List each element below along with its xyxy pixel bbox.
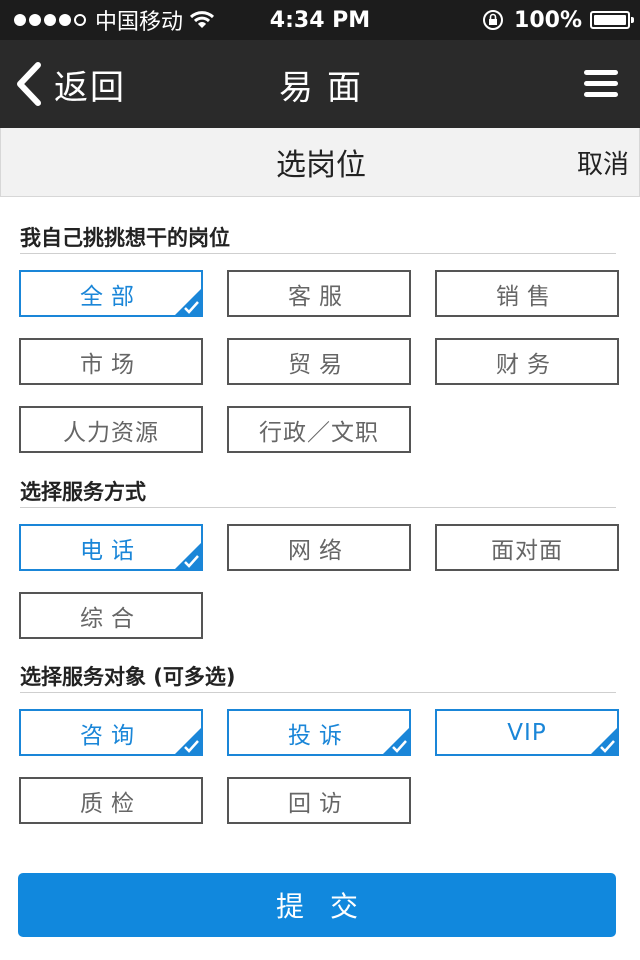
battery-icon [590, 11, 634, 29]
option-admin-clerical[interactable]: 行政／文职 [227, 406, 411, 453]
sub-header-title: 选岗位 [276, 148, 366, 183]
option-label: 咨询 [80, 722, 142, 749]
menu-icon[interactable] [584, 70, 618, 100]
option-label: 行政／文职 [259, 419, 379, 446]
battery-percent: 100% [514, 7, 582, 33]
rotation-lock-icon [483, 10, 504, 30]
option-customer-service[interactable]: 客服 [227, 270, 411, 317]
nav-bar: 返回 易面 [0, 40, 640, 128]
option-online[interactable]: 网络 [227, 524, 411, 571]
option-label: 销售 [496, 283, 558, 310]
option-marketing[interactable]: 市场 [19, 338, 203, 385]
option-phone[interactable]: 电话 [19, 524, 203, 571]
option-label: 面对面 [491, 537, 563, 564]
option-label: 人力资源 [63, 419, 159, 446]
check-icon [383, 728, 409, 754]
check-icon [175, 543, 201, 569]
divider [20, 253, 616, 254]
divider [20, 507, 616, 508]
option-label: 网络 [288, 537, 350, 564]
cancel-button[interactable]: 取消 [577, 128, 629, 196]
divider [20, 692, 616, 693]
option-follow-up[interactable]: 回访 [227, 777, 411, 824]
option-complaint[interactable]: 投诉 [227, 709, 411, 756]
option-label: 客服 [288, 283, 350, 310]
option-quality-check[interactable]: 质检 [19, 777, 203, 824]
section-label-service-mode: 选择服务方式 [20, 480, 146, 504]
option-finance[interactable]: 财务 [435, 338, 619, 385]
option-inquiry[interactable]: 咨询 [19, 709, 203, 756]
option-label: 质检 [80, 790, 142, 817]
check-icon [591, 728, 617, 754]
option-label: 综合 [80, 605, 142, 632]
option-label: 贸易 [288, 351, 350, 378]
section-label-positions: 我自己挑挑想干的岗位 [20, 226, 230, 250]
option-label: 全部 [80, 283, 142, 310]
submit-button[interactable]: 提交 [18, 873, 616, 937]
option-label: 市场 [80, 351, 142, 378]
option-label: 投诉 [288, 722, 350, 749]
option-label: VIP [507, 719, 547, 746]
status-right: 100% [482, 0, 634, 40]
option-trade[interactable]: 贸易 [227, 338, 411, 385]
check-icon [175, 289, 201, 315]
option-label: 财务 [496, 351, 558, 378]
option-combined[interactable]: 综合 [19, 592, 203, 639]
option-label: 回访 [288, 790, 350, 817]
option-all[interactable]: 全部 [19, 270, 203, 317]
sub-header: 选岗位 取消 [0, 128, 640, 197]
option-sales[interactable]: 销售 [435, 270, 619, 317]
option-face-to-face[interactable]: 面对面 [435, 524, 619, 571]
option-label: 电话 [80, 537, 142, 564]
section-label-service-target: 选择服务对象 (可多选) [20, 665, 236, 689]
status-bar: 中国移动 4:34 PM 100% [0, 0, 640, 40]
check-icon [175, 728, 201, 754]
page-title: 易面 [279, 67, 375, 108]
option-hr[interactable]: 人力资源 [19, 406, 203, 453]
option-vip[interactable]: VIP [435, 709, 619, 756]
